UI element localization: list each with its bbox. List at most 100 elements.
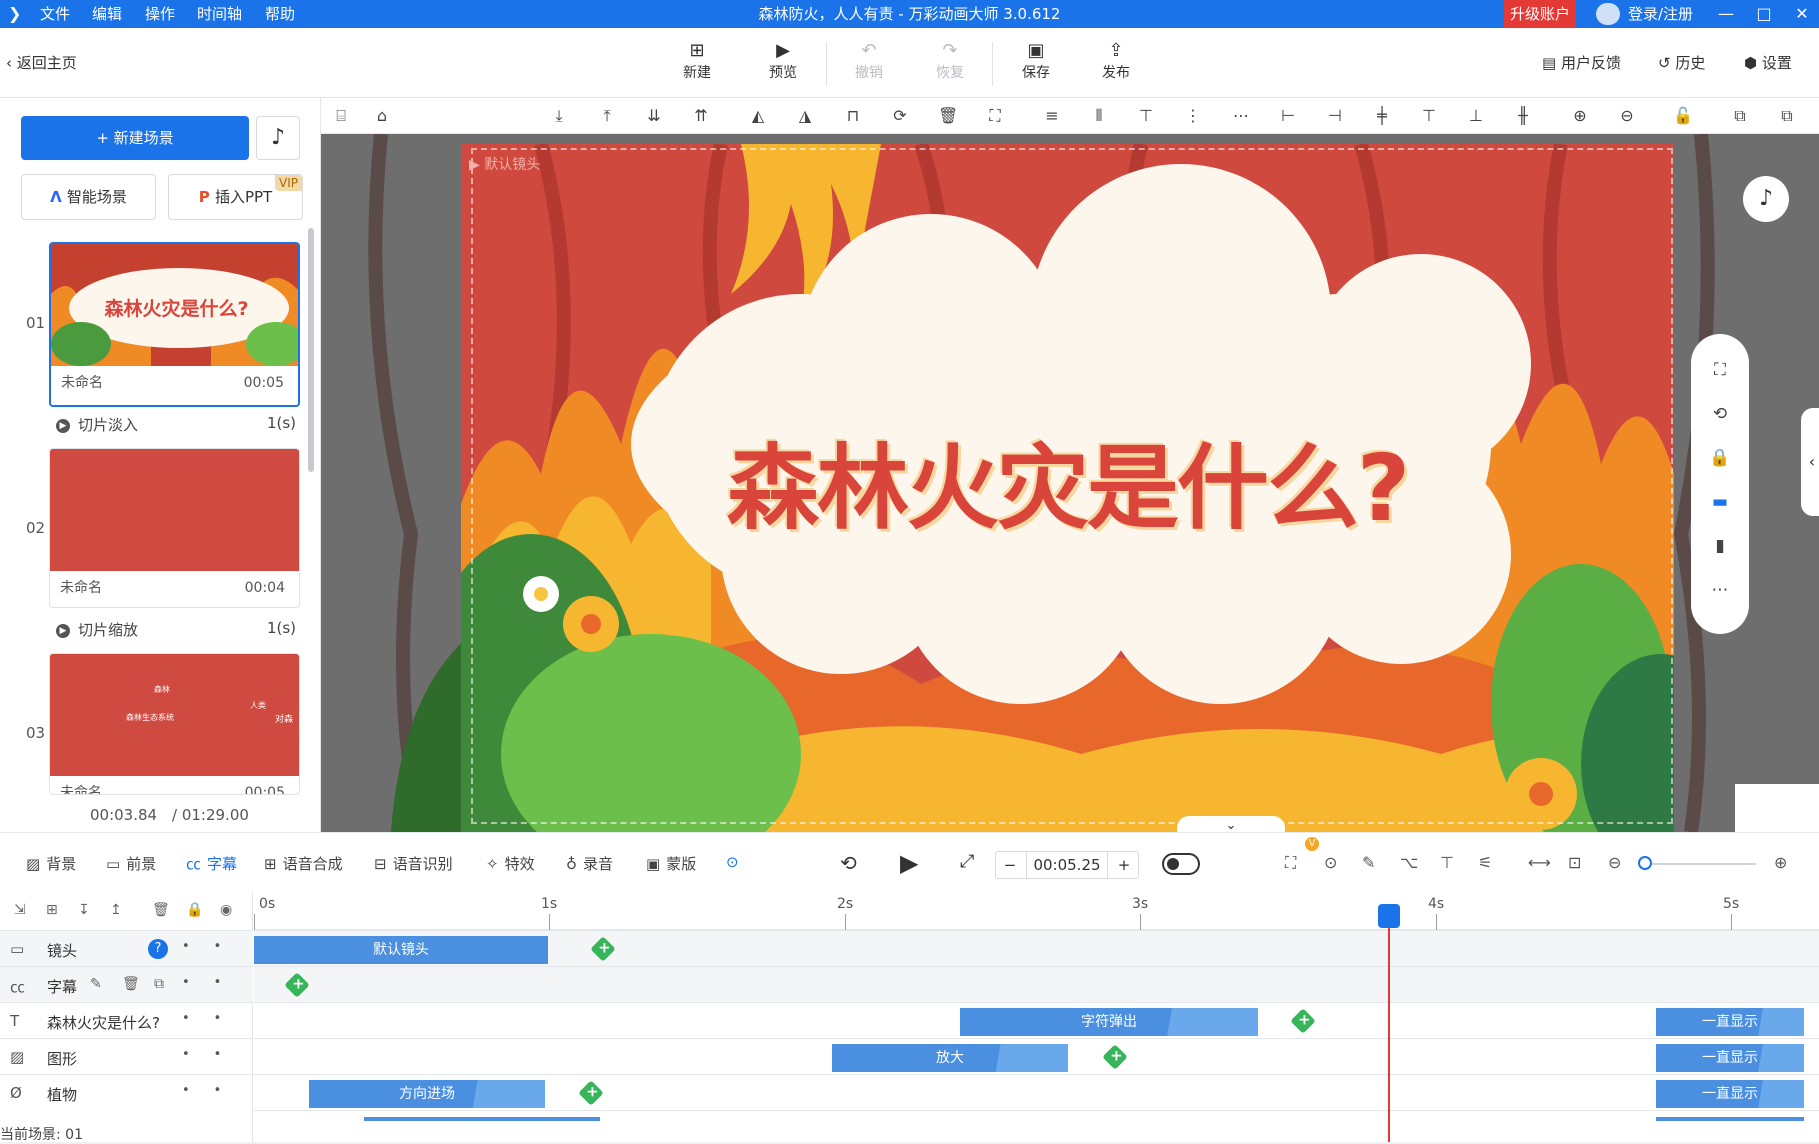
sidebar-scrollbar[interactable] — [308, 228, 314, 472]
avatar[interactable] — [1596, 3, 1620, 25]
clip-title-always[interactable]: 一直显示 — [1656, 1008, 1804, 1036]
fit-frame-icon[interactable]: ⛶ — [1285, 853, 1296, 873]
music-note-icon[interactable]: ♪ — [1743, 176, 1789, 222]
clip-plant-entrance[interactable]: 方向进场 — [309, 1080, 545, 1108]
copy-icon[interactable]: ⧉ — [154, 976, 164, 992]
increment-button[interactable]: + — [1116, 852, 1132, 878]
phone-icon[interactable]: ▮ — [1708, 534, 1732, 558]
keyboard-icon[interactable] — [1735, 784, 1819, 832]
move-top-icon[interactable]: ⤒ — [597, 106, 617, 126]
camera-frame[interactable] — [471, 148, 1673, 824]
align-top-icon[interactable]: ⊤ — [1136, 106, 1156, 126]
background-tool[interactable]: ▨ 背景 — [26, 853, 76, 874]
upgrade-account-button[interactable]: 升级账户 — [1504, 0, 1576, 28]
camera-icon[interactable]: ⊙ — [1324, 853, 1337, 872]
bottom-align-icon[interactable]: ⊥ — [1466, 106, 1486, 126]
copy-icon[interactable]: ⧉ — [1730, 106, 1750, 126]
chevron-left-icon[interactable]: ‹ — [1801, 408, 1819, 516]
user-feedback-button[interactable]: ▤ 用户反馈 — [1542, 52, 1621, 73]
settings-button[interactable]: ⬢ 设置 — [1744, 52, 1792, 73]
redo-button[interactable]: ↷ 恢复 — [920, 40, 980, 82]
mask-tool[interactable]: ▣ 蒙版 — [646, 853, 696, 874]
zoom-slider-handle[interactable] — [1638, 856, 1652, 870]
track-shape[interactable]: ▨ 图形 •• — [0, 1038, 253, 1074]
clip-shape-entrance[interactable]: 放大 — [832, 1044, 1068, 1072]
lock-icon[interactable]: ⊓ — [843, 106, 863, 126]
move-bottom-icon[interactable]: ⤓ — [549, 106, 569, 126]
distribute-h-icon[interactable]: ⋮ — [1183, 106, 1203, 126]
transition-item[interactable]: ▶ 切片缩放 1(s) — [56, 619, 296, 640]
more-tools-icon[interactable]: ⊙ — [726, 853, 739, 871]
expand-width-icon[interactable]: ⟷ — [1528, 853, 1551, 872]
move-up-icon[interactable]: ⇈ — [691, 106, 711, 126]
screenshot-icon[interactable]: ⛶ — [1708, 358, 1732, 382]
decrement-button[interactable]: − — [1002, 852, 1018, 878]
delete-icon[interactable]: 🗑 — [152, 902, 170, 918]
flip-horizontal-icon[interactable]: ◭ — [748, 106, 768, 126]
track-options[interactable]: •• — [182, 1011, 245, 1026]
undo-button[interactable]: ↶ 撤销 — [839, 40, 899, 82]
home-icon[interactable]: ⌂ — [372, 106, 392, 126]
distribute-v-icon[interactable]: ⋯ — [1231, 106, 1251, 126]
lock-icon[interactable]: 🔒 — [1708, 446, 1732, 470]
foreground-tool[interactable]: ▭ 前景 — [106, 853, 156, 874]
filter-icon[interactable]: ⊤ — [1440, 853, 1454, 872]
transition-item[interactable]: ▶ 切片淡入 1(s) — [56, 414, 296, 435]
screen-icon[interactable]: ▬ — [1708, 490, 1732, 514]
add-keyframe-button[interactable] — [284, 972, 310, 998]
center-v-icon[interactable]: ╪ — [1372, 106, 1392, 126]
asr-tool[interactable]: ⊟ 语音识别 — [374, 853, 453, 874]
time-ruler[interactable]: 0s 1s 2s 3s 4s 5s — [254, 892, 1819, 930]
back-home-button[interactable]: ‹ 返回主页 — [6, 52, 77, 73]
replay-icon[interactable]: ⟲ — [840, 851, 857, 875]
clip-default-camera[interactable]: 默认镜头 — [254, 936, 548, 964]
scene-card-01[interactable]: 森林火灾是什么? 未命名 00:05 — [49, 242, 300, 407]
clip-shape-always[interactable]: 一直显示 — [1656, 1044, 1804, 1072]
clip-partial[interactable] — [1656, 1117, 1804, 1121]
help-icon[interactable]: ? — [148, 939, 168, 959]
move-down-icon[interactable]: ⇊ — [644, 106, 664, 126]
track-options[interactable]: •• — [182, 975, 245, 990]
zoom-in-icon[interactable]: ⊕ — [1774, 853, 1787, 872]
clip-partial[interactable] — [364, 1117, 600, 1121]
more-icon[interactable]: ⋯ — [1708, 578, 1732, 602]
align-left-icon[interactable]: ⊢ — [1278, 106, 1298, 126]
add-keyframe-button[interactable] — [578, 1080, 604, 1106]
new-folder-icon[interactable]: ⊞ — [46, 902, 58, 918]
delete-icon[interactable]: 🗑 — [122, 976, 140, 992]
track-options[interactable]: •• — [182, 939, 245, 954]
unlock-icon[interactable]: 🔓 — [1673, 106, 1693, 126]
preview-button[interactable]: ▶ 预览 — [753, 40, 813, 82]
format-painter-icon[interactable]: ⌸ — [331, 106, 351, 126]
edit-icon[interactable]: ✎ — [90, 976, 102, 992]
music-note-icon[interactable]: ♪ — [256, 116, 300, 160]
record-tool[interactable]: ♁ 录音 — [566, 853, 613, 874]
clip-title-entrance[interactable]: 字符弹出 — [960, 1008, 1258, 1036]
new-button[interactable]: ⊞ 新建 — [667, 40, 727, 82]
track-caption[interactable]: ㏄ 字幕 ✎ 🗑 ⧉ •• — [0, 966, 253, 1002]
zoom-out-icon[interactable]: ⊖ — [1608, 853, 1621, 872]
minimize-button[interactable]: — — [1712, 0, 1740, 28]
maximize-button[interactable]: □ — [1750, 0, 1778, 28]
time-value[interactable]: 00:05.25 — [1026, 852, 1108, 878]
play-icon[interactable]: ▶ — [900, 849, 918, 877]
flip-vertical-icon[interactable]: ◮ — [795, 106, 815, 126]
move-up-icon[interactable]: ↥ — [110, 902, 122, 918]
playhead-handle[interactable] — [1378, 904, 1400, 928]
scene-card-02[interactable]: 未命名 00:04 — [49, 448, 300, 608]
move-down-icon[interactable]: ↧ — [78, 902, 90, 918]
lock-icon[interactable]: 🔒 — [186, 902, 203, 918]
smart-scene-button[interactable]: Λ 智能场景 — [21, 174, 156, 220]
paste-icon[interactable]: ⧉ — [1777, 106, 1797, 126]
rotate-icon[interactable]: ⟲ — [1708, 402, 1732, 426]
time-stepper[interactable]: − 00:05.25 + — [995, 851, 1139, 879]
adjust-icon[interactable]: ⚟ — [1478, 853, 1492, 872]
tts-tool[interactable]: ⊞ 语音合成 — [264, 853, 343, 874]
login-register-link[interactable]: 登录/注册 — [1628, 0, 1693, 28]
edit-icon[interactable]: ✎ — [1362, 853, 1375, 872]
track-options[interactable]: •• — [182, 1047, 245, 1062]
toggle-switch[interactable] — [1162, 853, 1200, 875]
zoom-out-icon[interactable]: ⊖ — [1617, 106, 1637, 126]
clip-plant-always[interactable]: 一直显示 — [1656, 1080, 1804, 1108]
align-middle-icon[interactable]: ⦀ — [1089, 106, 1109, 126]
